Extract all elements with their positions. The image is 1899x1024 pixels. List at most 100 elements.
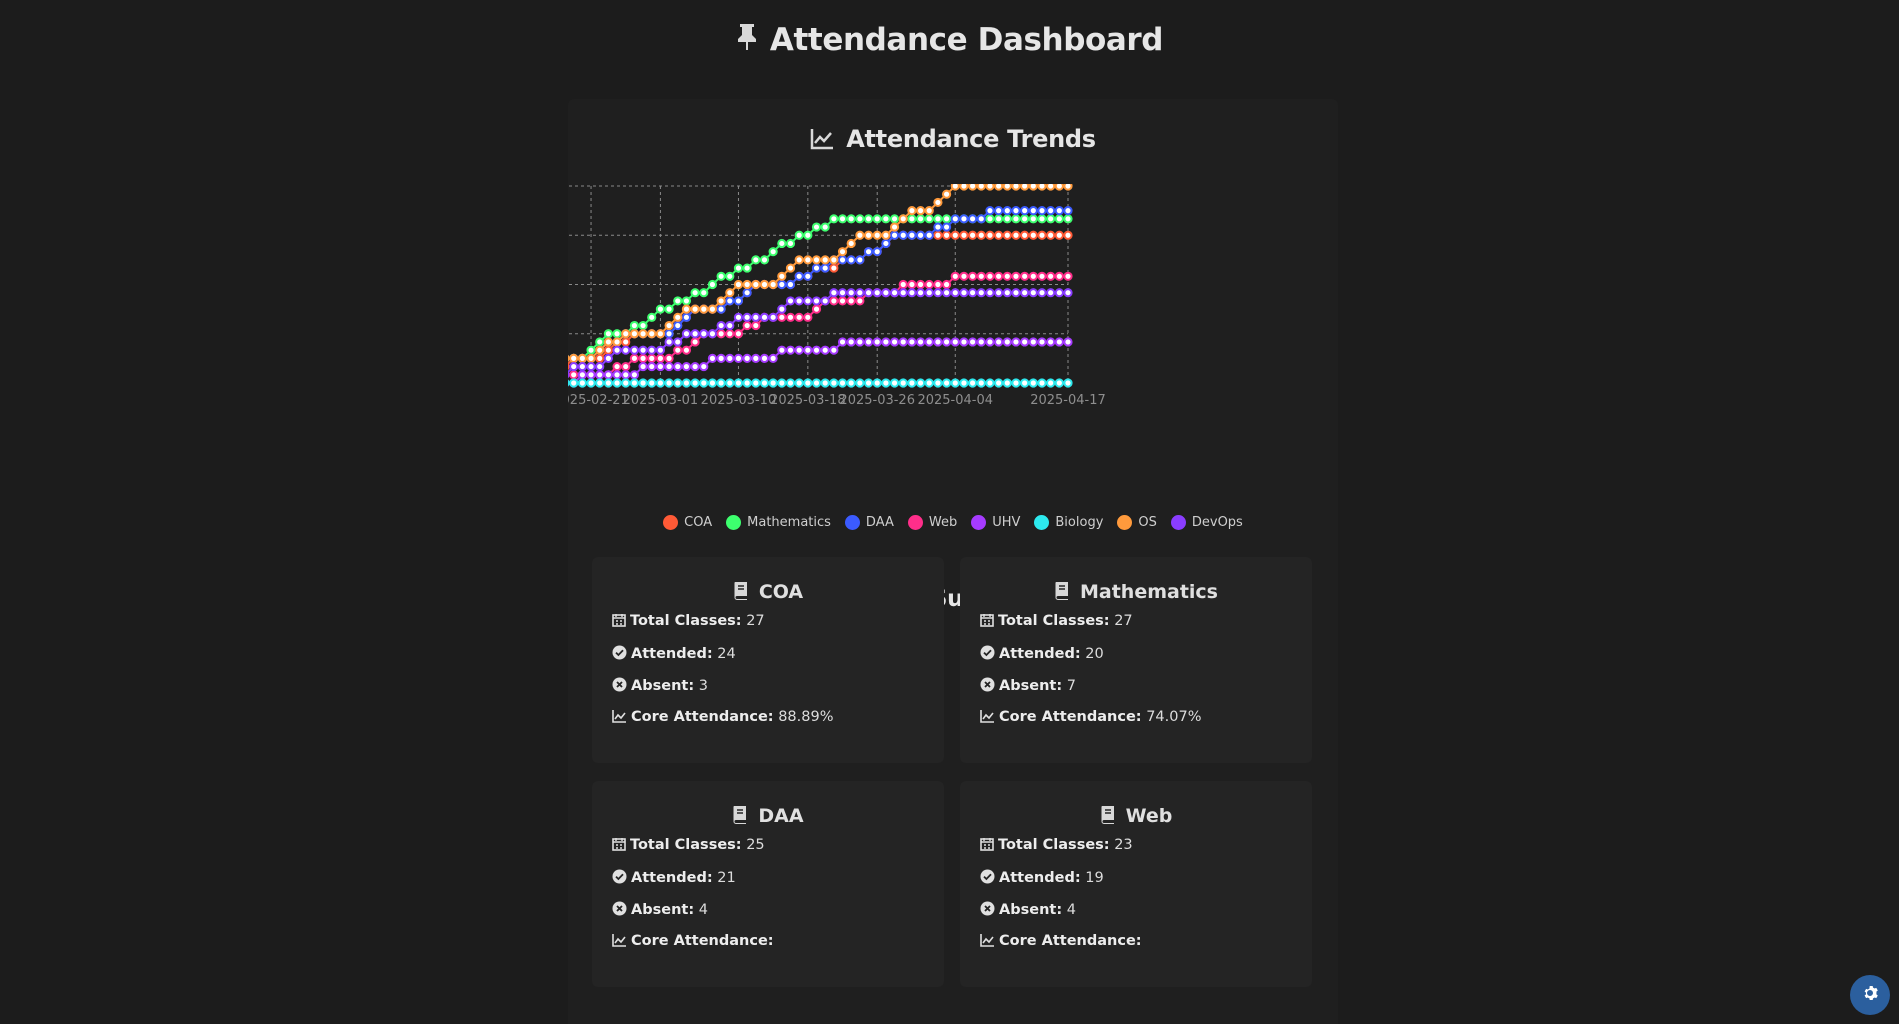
data-point-biology [569,378,579,388]
data-point-uhv [994,337,1004,347]
subject-core-label: Core Attendance: [631,933,774,949]
data-point-devops [1046,288,1056,298]
data-point-os [586,353,596,363]
data-point-devops [612,345,622,355]
data-point-mathematics [837,214,848,224]
data-point-biology [681,378,692,388]
data-point-daa [1037,206,1047,216]
data-point-biology [959,378,969,388]
data-point-devops [837,288,848,298]
data-point-os [863,230,874,240]
subject-absent-label: Absent: [999,902,1063,918]
data-point-web [733,329,744,339]
legend-item-biology[interactable]: Biology [1034,515,1103,530]
data-point-os [664,320,674,331]
data-point-devops [681,329,692,339]
data-point-daa [673,320,683,331]
data-point-biology [985,378,995,388]
data-point-uhv [855,337,865,347]
data-point-web [1046,271,1056,281]
data-point-devops [950,288,960,298]
data-point-mathematics [638,320,648,331]
data-point-web [1063,271,1073,281]
subject-card-title: COA [592,581,944,605]
data-point-coa [1037,230,1047,240]
data-point-mathematics [586,345,596,355]
data-point-mathematics [629,320,639,331]
data-point-mathematics [794,230,804,240]
data-point-biology [924,378,934,388]
legend-dot [726,515,742,530]
settings-button[interactable] [1850,975,1890,1015]
legend-item-web[interactable]: Web [907,515,957,530]
page-title-text: Attendance Dashboard [769,22,1164,58]
data-point-os [595,345,605,355]
data-point-coa [968,230,978,240]
data-point-os [907,206,917,216]
legend-item-daa[interactable]: DAA [844,515,894,530]
subject-card-web[interactable]: Web Total Classes: 23 Attended: 19 Absent: … [960,781,1312,987]
data-point-devops [725,320,735,331]
data-point-biology [915,378,926,388]
pushpin-icon [736,22,758,60]
subject-total-label: Total Classes: [998,837,1110,853]
legend-item-coa[interactable]: COA [663,515,712,530]
data-point-mathematics [1020,214,1030,224]
data-point-os [829,255,839,265]
data-point-os [933,197,943,208]
data-point-os [725,288,735,298]
data-point-uhv [794,345,804,355]
data-point-os [568,354,570,362]
data-point-os [855,230,865,240]
data-point-mathematics [1046,214,1056,224]
data-point-os [1020,184,1030,191]
subject-card-coa[interactable]: COA Total Classes: 27 Attended: 24 Absent: … [592,557,944,763]
data-point-uhv [1011,337,1021,347]
subject-core-label: Core Attendance: [631,709,774,725]
data-point-daa [1002,206,1012,216]
data-point-daa [941,222,952,232]
data-point-web [968,271,978,281]
legend-item-mathematics[interactable]: Mathematics [726,515,831,530]
legend-dot [1117,515,1133,530]
data-point-devops [855,288,865,298]
data-point-devops [603,353,613,363]
data-point-mathematics [985,214,995,224]
data-point-web [933,279,943,290]
legend-item-os[interactable]: OS [1117,515,1157,530]
data-point-daa [933,222,943,232]
book-icon [1054,581,1070,605]
check-circle-icon [980,645,995,664]
data-point-web [777,312,787,322]
data-point-os [794,255,804,265]
data-point-uhv [655,361,666,372]
data-point-web [915,279,926,290]
data-point-biology [933,378,943,388]
data-point-devops [577,361,587,372]
data-point-web [725,329,735,339]
subject-total-label: Total Classes: [630,613,742,629]
data-point-coa [621,337,631,347]
subject-card-mathematics[interactable]: Mathematics Total Classes: 27 Attended: 20… [960,557,1312,763]
data-point-biology [699,378,709,388]
data-point-daa [820,263,830,273]
chart-line-icon [980,933,995,951]
legend-item-uhv[interactable]: UHV [971,515,1020,530]
check-circle-icon [612,645,627,664]
legend-item-devops[interactable]: DevOps [1170,515,1243,530]
subject-card-title: Mathematics [960,581,1312,605]
data-point-biology [742,378,752,388]
data-point-mathematics [1011,214,1021,224]
data-point-devops [1002,288,1012,298]
subject-total-value: 27 [1114,613,1133,629]
data-point-mathematics [707,279,718,290]
data-point-os [881,230,891,240]
subject-absent-row: Absent: 3 [612,677,708,696]
data-point-os [1037,184,1047,191]
data-point-daa [785,279,796,290]
data-point-coa [1046,230,1056,240]
data-point-mathematics [889,214,900,224]
data-point-uhv [959,337,969,347]
data-point-coa [1020,230,1030,240]
subject-card-daa[interactable]: DAA Total Classes: 25 Attended: 21 Absent: … [592,781,944,987]
